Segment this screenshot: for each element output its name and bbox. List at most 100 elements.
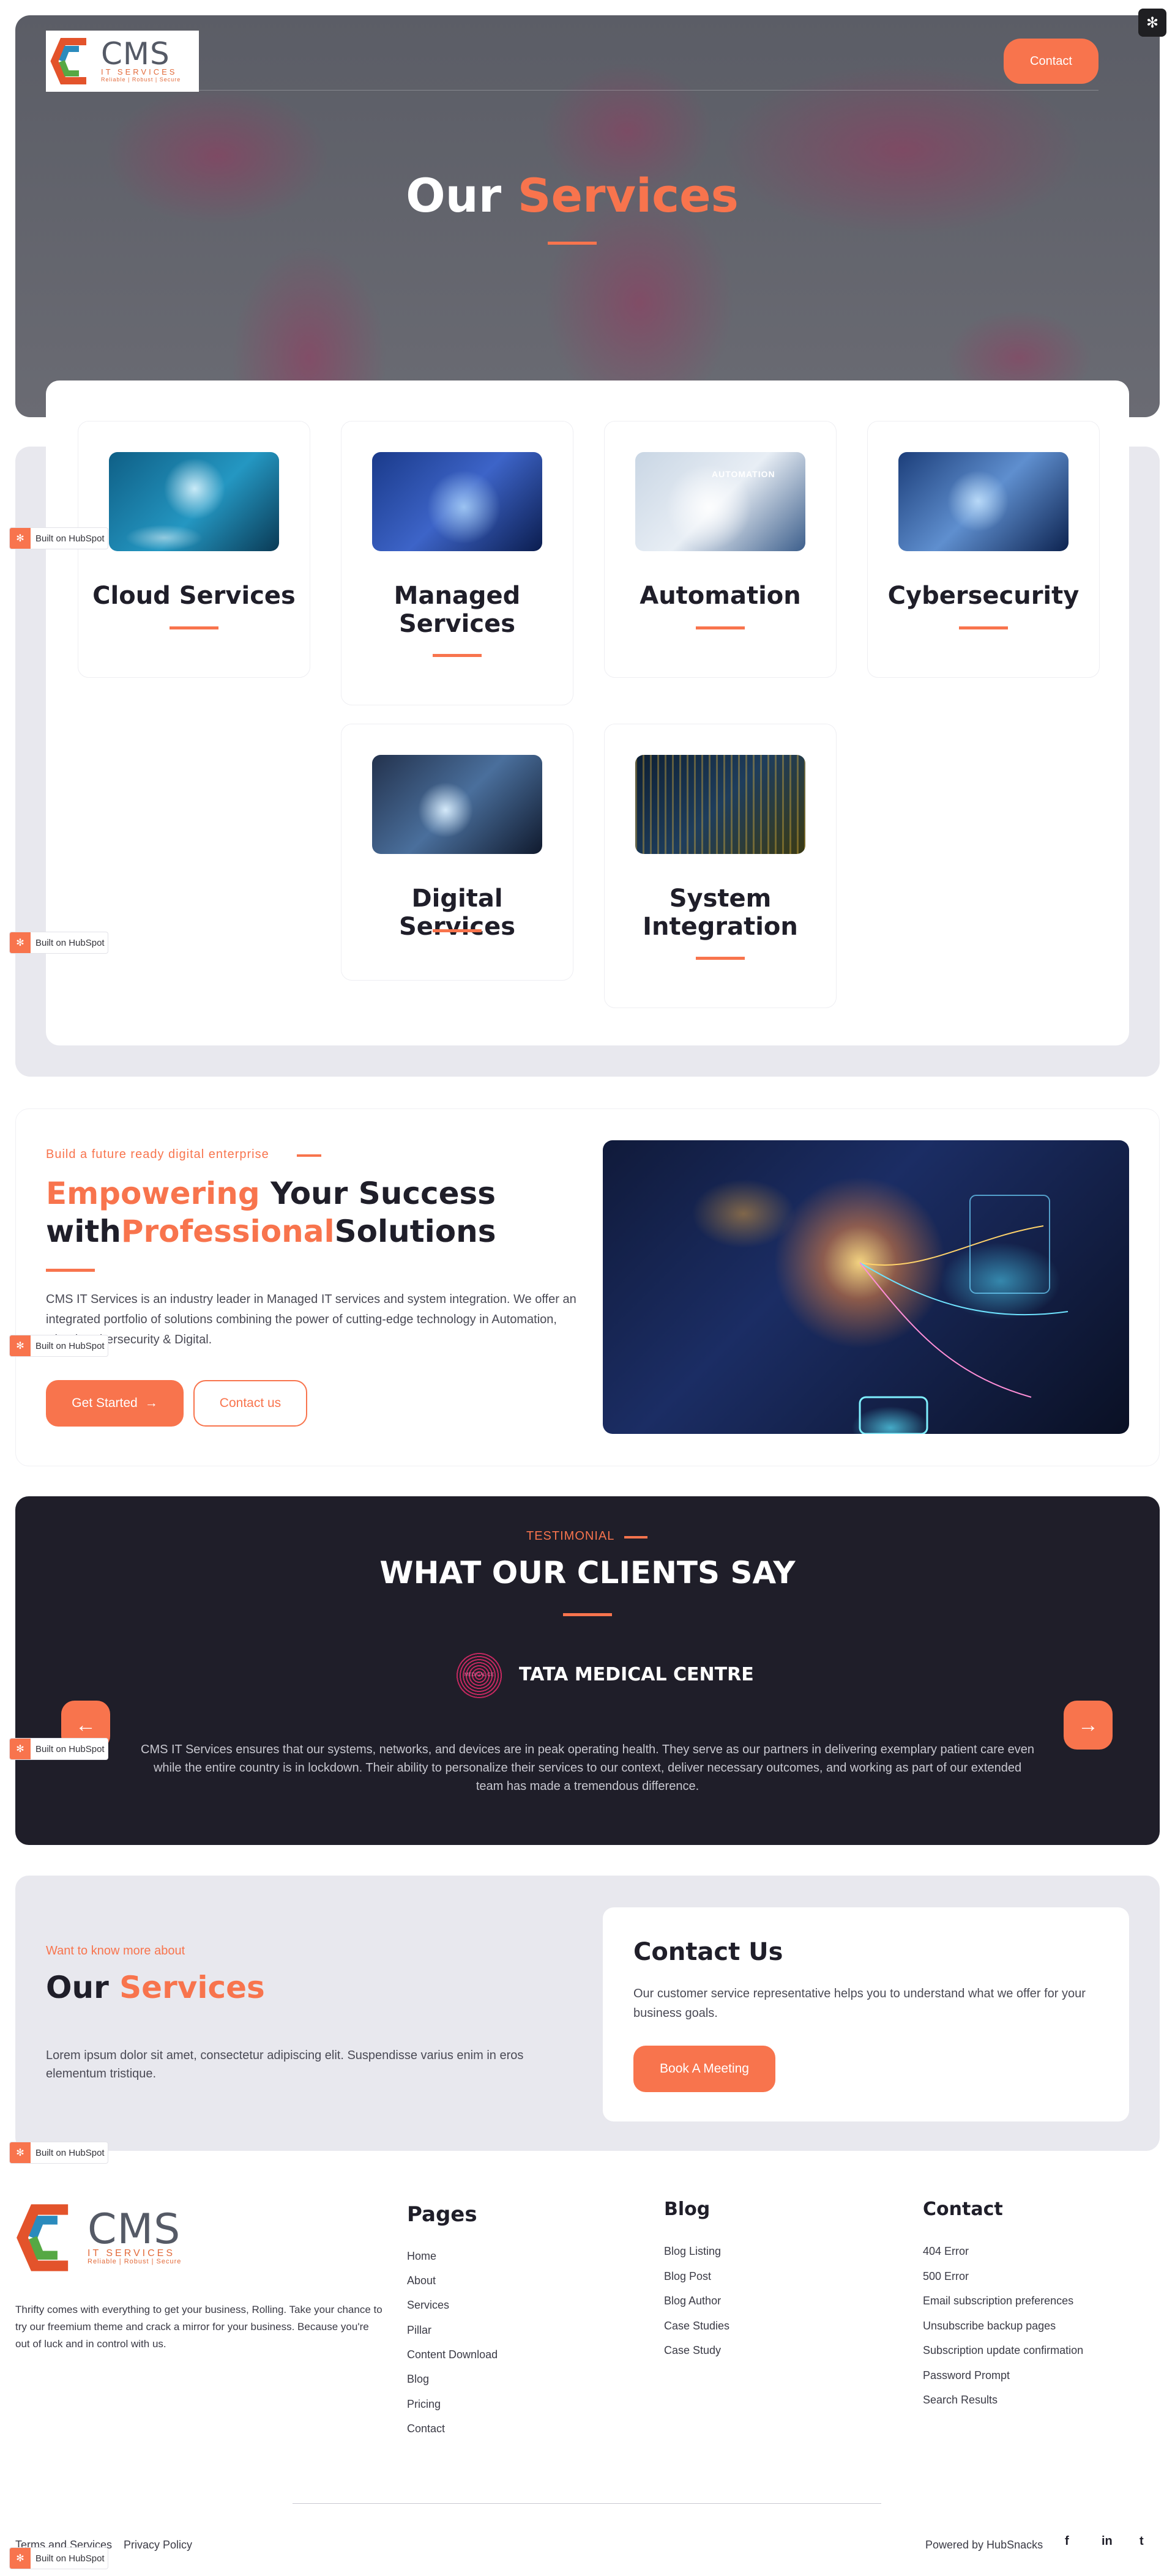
hubspot-badge[interactable]: ✻ Built on HubSpot <box>9 527 108 549</box>
service-title: Digital Services <box>398 885 516 941</box>
contact-card-body: Our customer service representative help… <box>633 1987 1086 2020</box>
hubspot-badge[interactable]: ✻ Built on HubSpot <box>9 2547 108 2569</box>
testimonial-eyebrow: TESTIMONIAL <box>526 1529 615 1543</box>
client-company: TATA MEDICAL CENTRE <box>519 1664 754 1685</box>
circuit-lines-graphic <box>859 1195 1069 1434</box>
hubspot-badge[interactable]: ✻ Built on HubSpot <box>9 932 108 954</box>
cybersecurity-image <box>898 452 1069 551</box>
service-underline <box>433 929 482 932</box>
service-card-system-integration[interactable]: System Integration <box>604 724 837 1008</box>
service-title: Cybersecurity <box>887 582 1080 610</box>
about-eyebrow: Build a future ready digital enterprise <box>46 1148 269 1161</box>
client-logo-text: MEDICAL CE <box>464 1672 494 1677</box>
cta-body: Lorem ipsum dolor sit amet, consectetur … <box>46 2049 524 2080</box>
footer-link[interactable]: Pricing <box>407 2398 441 2411</box>
service-card-automation[interactable]: AUTOMATION Automation <box>604 421 837 678</box>
service-card-cloud[interactable]: Cloud Services <box>78 421 310 678</box>
footer-logo[interactable]: CMS IT SERVICES Reliable | Robust | Secu… <box>15 2198 211 2277</box>
logo-name: CMS <box>101 36 170 72</box>
footer-link[interactable]: Case Study <box>664 2344 721 2357</box>
hubspot-badge[interactable]: ✻ Built on HubSpot <box>9 1738 108 1760</box>
contact-button[interactable]: Contact <box>1004 39 1099 84</box>
footer-link[interactable]: Content Download <box>407 2348 498 2361</box>
arrow-right-icon: → <box>1078 1713 1099 1737</box>
footer-link[interactable]: 404 Error <box>923 2245 969 2258</box>
privacy-link[interactable]: Privacy Policy <box>124 2539 192 2552</box>
book-meeting-button[interactable]: Book A Meeting <box>633 2046 775 2092</box>
hubspot-badge[interactable]: ✻ Built on HubSpot <box>9 2142 108 2164</box>
service-card-managed[interactable]: Managed Services <box>341 421 573 705</box>
system-integration-image <box>635 755 805 854</box>
footer-link[interactable]: Case Studies <box>664 2320 729 2333</box>
title-text: Our <box>46 1970 120 2005</box>
hubspot-badge-label: Built on HubSpot <box>35 1743 105 1754</box>
service-underline <box>170 626 218 629</box>
automation-image: AUTOMATION <box>635 452 805 551</box>
cms-logo-icon <box>17 2204 69 2271</box>
service-title: Managed Services <box>394 582 521 638</box>
footer-divider <box>293 2503 881 2504</box>
service-title: Cloud Services <box>92 582 296 610</box>
testimonial-quote: CMS IT Services ensures that our systems… <box>141 1743 1034 1793</box>
hubspot-sprocket-icon[interactable]: ✻ <box>1138 9 1166 37</box>
footer-link[interactable]: Blog Listing <box>664 2245 721 2258</box>
hubspot-badge-label: Built on HubSpot <box>35 937 105 948</box>
hubspot-badge-label: Built on HubSpot <box>35 1340 105 1351</box>
hubspot-badge[interactable]: ✻ Built on HubSpot <box>9 1335 108 1357</box>
hubspot-icon: ✻ <box>10 2548 31 2569</box>
testimonial-title: WHAT OUR CLIENTS SAY <box>379 1555 796 1591</box>
eyebrow-line <box>624 1536 647 1539</box>
footer-link[interactable]: Contact <box>407 2422 445 2435</box>
site-logo[interactable]: CMS IT SERVICES Reliable | Robust | Secu… <box>46 31 199 92</box>
footer-description: Thrifty comes with everything to get you… <box>15 2304 382 2350</box>
hubspot-icon: ✻ <box>10 2142 31 2163</box>
contact-us-button[interactable]: Contact us <box>193 1380 307 1427</box>
footer-link[interactable]: Blog <box>407 2373 429 2386</box>
service-card-digital[interactable]: Digital Services <box>341 724 573 981</box>
hubspot-badge-label: Built on HubSpot <box>35 2553 105 2564</box>
hero-nav-divider <box>46 90 1099 91</box>
contact-card-title: Contact Us <box>633 1938 783 1966</box>
footer-blog-heading: Blog <box>664 2199 711 2220</box>
footer-link[interactable]: Password Prompt <box>923 2369 1010 2382</box>
hubspot-icon: ✻ <box>10 932 31 953</box>
footer-link[interactable]: Blog Author <box>664 2295 721 2307</box>
footer-link[interactable]: Search Results <box>923 2394 998 2407</box>
footer-link[interactable]: About <box>407 2274 436 2287</box>
facebook-icon[interactable]: f <box>1065 2534 1069 2548</box>
footer-link[interactable]: Email subscription preferences <box>923 2295 1073 2307</box>
footer-link[interactable]: Subscription update confirmation <box>923 2344 1083 2357</box>
footer-link[interactable]: Pillar <box>407 2324 431 2337</box>
title-text: Solutions <box>334 1214 496 1249</box>
footer-link[interactable]: Unsubscribe backup pages <box>923 2320 1056 2333</box>
hubspot-icon: ✻ <box>10 528 31 549</box>
twitter-icon[interactable]: t <box>1140 2534 1144 2548</box>
footer-link[interactable]: Blog Post <box>664 2270 711 2283</box>
next-testimonial-button[interactable]: → <box>1064 1701 1113 1750</box>
service-underline <box>696 626 745 629</box>
cta-eyebrow: Want to know more about <box>46 1944 185 1958</box>
footer-pages-heading: Pages <box>407 2202 477 2227</box>
title-highlight: Empowering <box>46 1176 260 1211</box>
service-title: Automation <box>640 582 801 610</box>
footer-link[interactable]: 500 Error <box>923 2270 969 2283</box>
arrow-right-icon: → <box>144 1396 158 1410</box>
footer-link[interactable]: Home <box>407 2250 436 2263</box>
title-part2: Services <box>517 168 739 223</box>
cta-title: Our Services <box>46 1970 265 2005</box>
footer-link[interactable]: Services <box>407 2299 449 2312</box>
hubspot-badge-label: Built on HubSpot <box>35 533 105 544</box>
linkedin-icon[interactable]: in <box>1102 2534 1113 2548</box>
automation-image-caption: AUTOMATION <box>712 469 775 479</box>
title-text: Your Success <box>259 1176 496 1211</box>
page-title: Our Services <box>0 168 1144 223</box>
hubspot-icon: ✻ <box>10 1335 31 1356</box>
service-underline <box>696 957 745 960</box>
title-text: with <box>46 1214 121 1249</box>
get-started-button[interactable]: Get Started → <box>46 1380 184 1427</box>
title-highlight: Professional <box>121 1214 335 1249</box>
arrow-left-icon: ← <box>75 1713 96 1737</box>
managed-services-image <box>372 452 542 551</box>
title-underline <box>548 242 597 245</box>
service-card-cybersecurity[interactable]: Cybersecurity <box>867 421 1100 678</box>
